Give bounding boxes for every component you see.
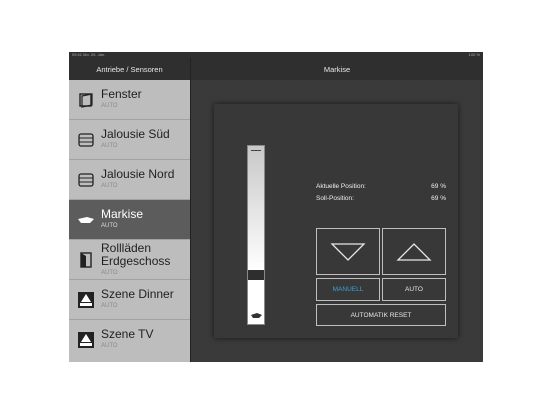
triangle-up-icon <box>396 242 432 261</box>
position-slider[interactable] <box>247 145 265 325</box>
detail-title: Markise <box>191 58 483 80</box>
awning-icon <box>78 217 94 223</box>
sidebar-item-label: Jalousie Nord <box>101 167 175 181</box>
sidebar-item-status: AUTO <box>101 343 118 349</box>
sidebar-item-label: Szene Dinner <box>101 287 174 301</box>
slider-top-marker <box>251 150 261 151</box>
sidebar-item-status: AUTO <box>101 143 118 149</box>
sidebar-item-label: Fenster <box>101 87 142 101</box>
sidebar-item-label: Rollläden Erdgeschoss <box>101 241 171 268</box>
blind-icon <box>78 133 94 147</box>
target-position-label: Soll-Position: <box>316 195 354 202</box>
move-up-button[interactable] <box>382 228 446 275</box>
awning-icon <box>251 313 262 318</box>
manual-button[interactable]: MANUELL <box>316 278 380 301</box>
sidebar-title: Antriebe / Sensoren <box>69 58 190 80</box>
split-divider <box>190 58 191 362</box>
sidebar-item-szene-dinner[interactable]: Szene Dinner AUTO <box>69 280 190 320</box>
current-position-value: 69 % <box>431 183 446 190</box>
scene-icon <box>78 292 94 308</box>
blind-icon <box>78 173 94 187</box>
sidebar-item-jalousie-sued[interactable]: Jalousie Süd AUTO <box>69 120 190 160</box>
current-position-label: Aktuelle Position: <box>316 183 366 190</box>
tablet-screen: 09:41 Mo. 20. Jan. 100 % Antriebe / Sens… <box>69 52 483 362</box>
move-down-button[interactable] <box>316 228 380 275</box>
triangle-down-icon <box>330 242 366 261</box>
sidebar-item-label: Jalousie Süd <box>101 127 170 141</box>
sidebar-item-status: AUTO <box>101 103 118 109</box>
scene-icon <box>78 332 94 348</box>
slider-fill <box>248 146 264 272</box>
sidebar-item-rolllaeden-erdgeschoss[interactable]: Rollläden Erdgeschoss AUTO <box>69 240 190 280</box>
automatik-reset-button[interactable]: AUTOMATIK RESET <box>316 304 446 326</box>
sidebar-item-status: AUTO <box>101 270 118 276</box>
slider-thumb[interactable] <box>248 270 264 280</box>
shutter-icon <box>80 252 92 268</box>
control-panel: Aktuelle Position: 69 % Soll-Position: 6… <box>214 104 458 338</box>
sidebar-item-szene-tv[interactable]: Szene TV AUTO <box>69 320 190 362</box>
sidebar-item-fenster[interactable]: Fenster AUTO <box>69 80 190 120</box>
sidebar-item-status: AUTO <box>101 183 118 189</box>
sidebar-item-markise[interactable]: Markise AUTO <box>69 200 190 240</box>
sidebar-item-status: AUTO <box>101 223 118 229</box>
sidebar-item-label: Markise <box>101 207 144 221</box>
sidebar-item-status: AUTO <box>101 303 118 309</box>
auto-button[interactable]: AUTO <box>382 278 446 301</box>
target-position-value: 69 % <box>431 195 446 202</box>
window-icon <box>79 93 93 108</box>
sidebar-item-jalousie-nord[interactable]: Jalousie Nord AUTO <box>69 160 190 200</box>
sidebar-item-label: Szene TV <box>101 327 154 341</box>
device-list: Fenster AUTO Jalousie Süd AUTO Jalousie … <box>69 80 190 362</box>
